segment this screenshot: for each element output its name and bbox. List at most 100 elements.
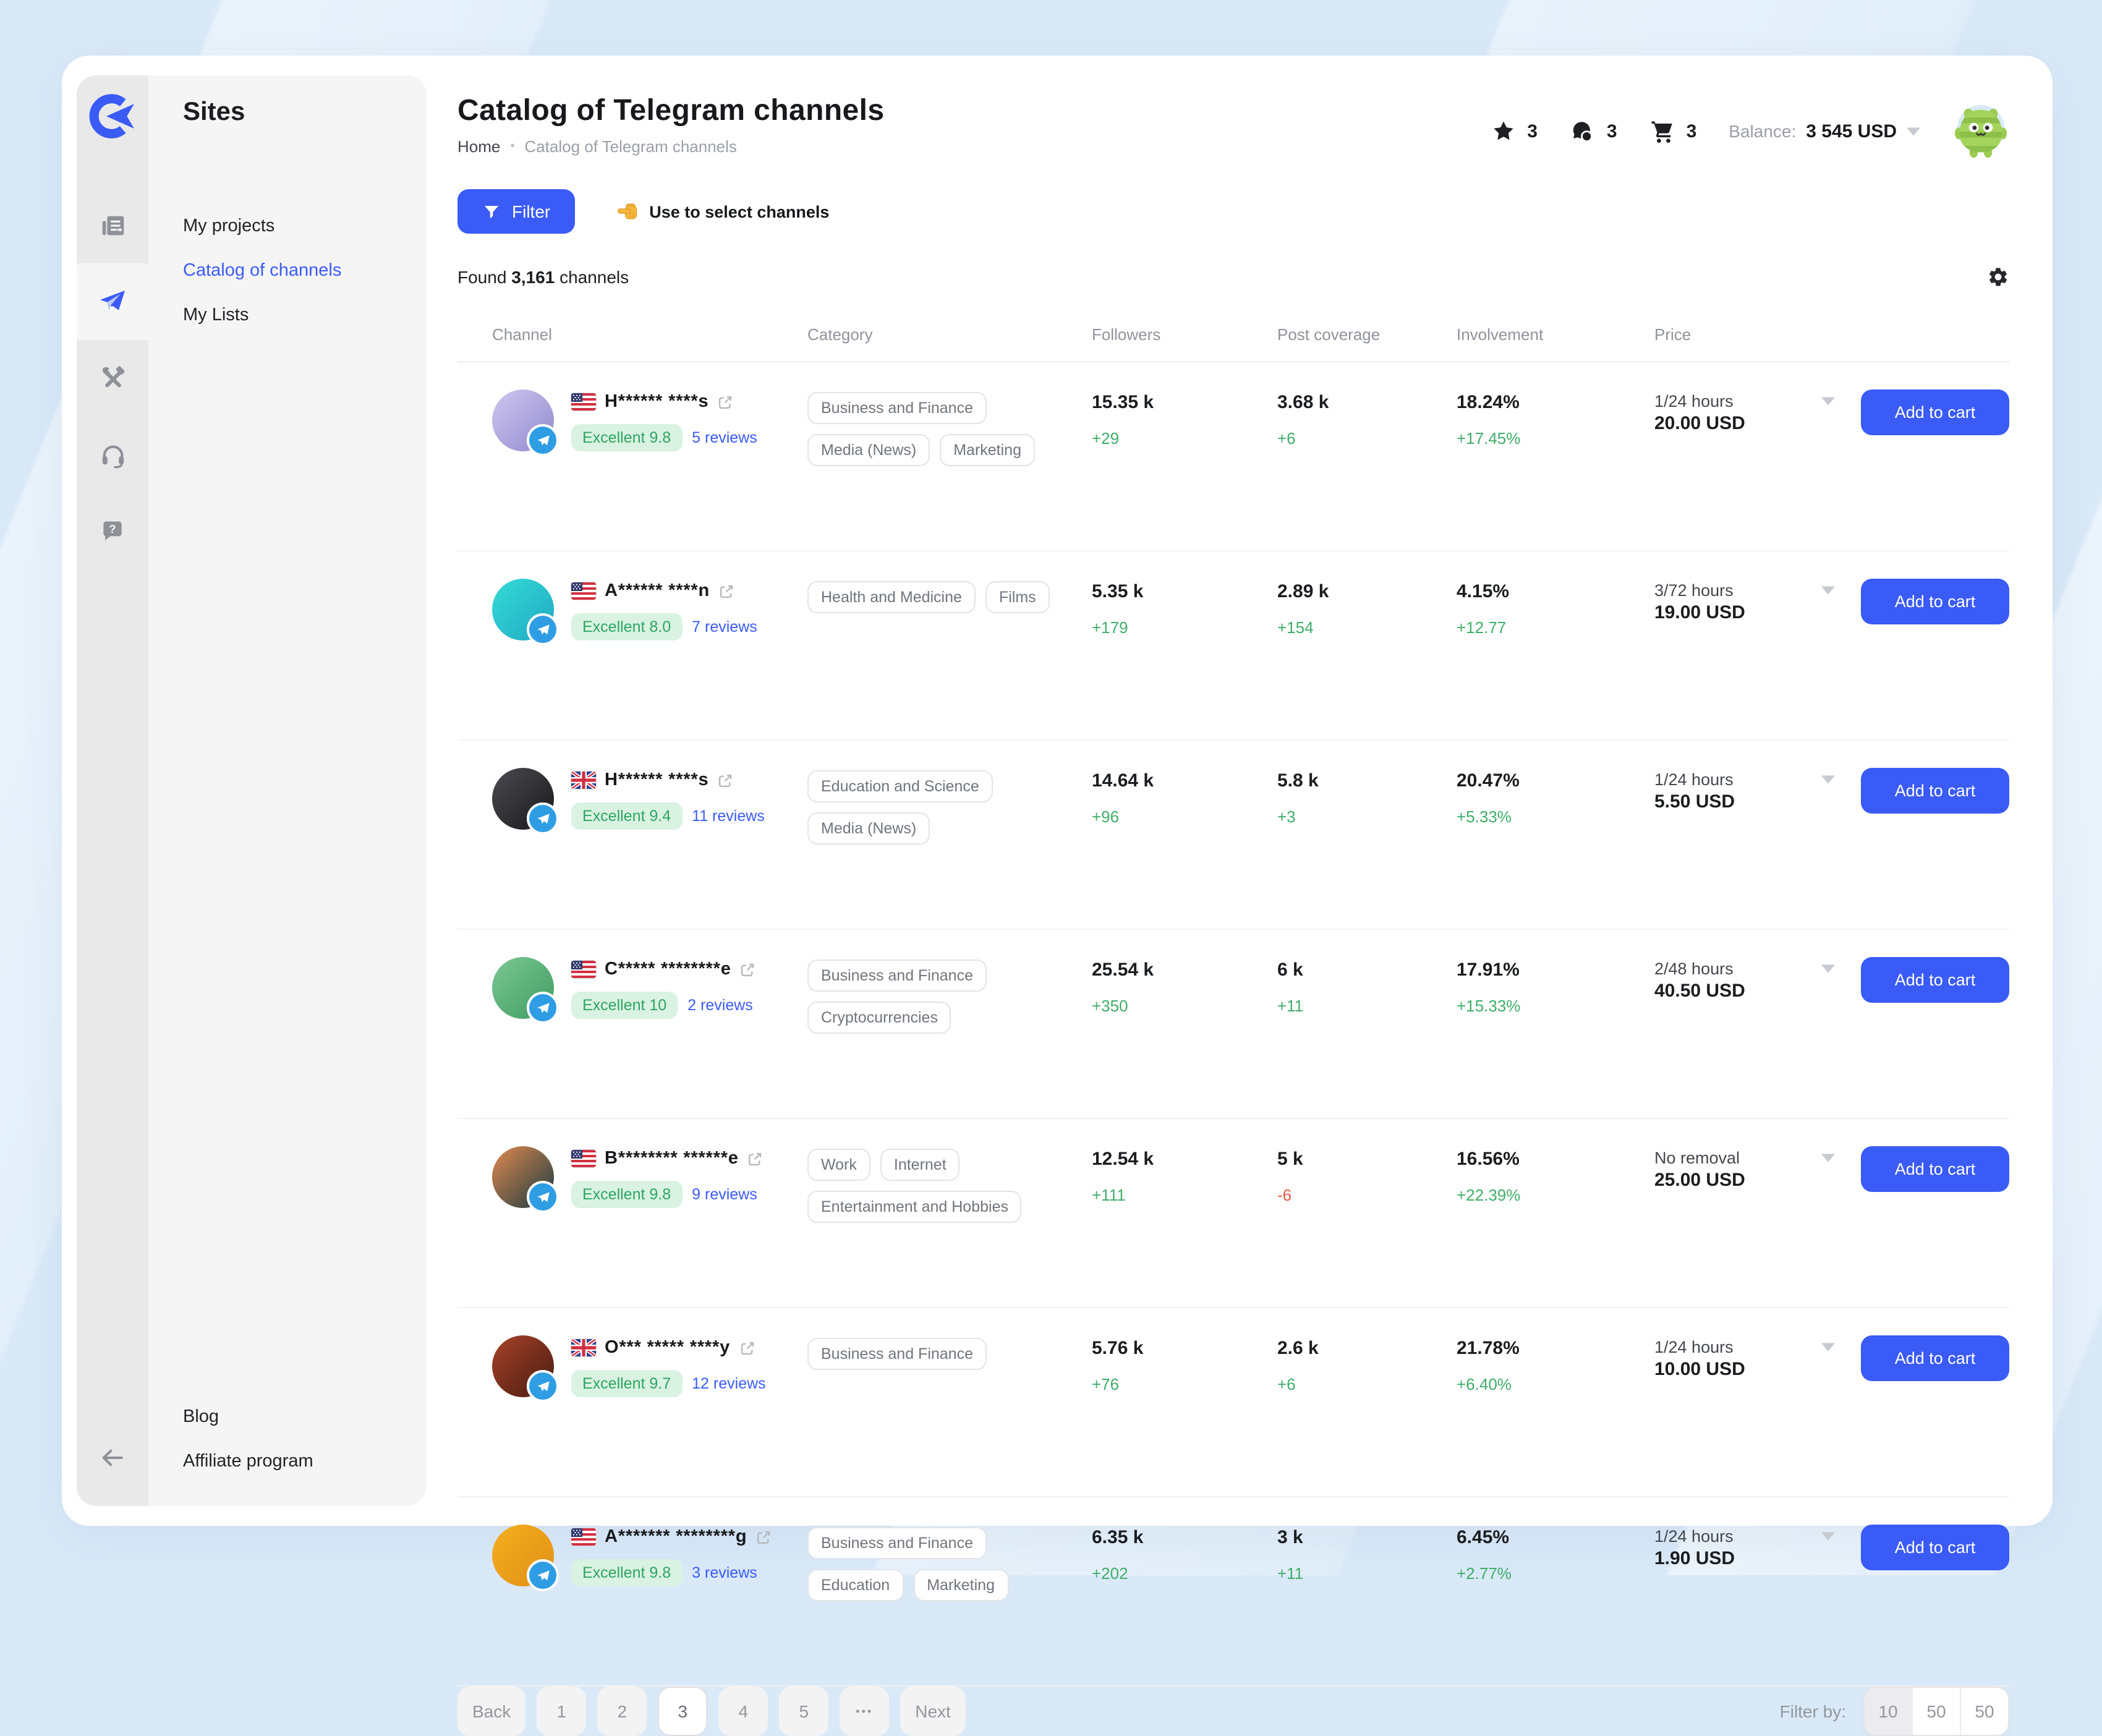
pagination-next-button[interactable]: Next bbox=[900, 1687, 966, 1736]
price-dropdown-icon[interactable] bbox=[1821, 964, 1835, 973]
category-chip[interactable]: Entertainment and Hobbies bbox=[807, 1191, 1022, 1223]
sidebar-item-my-projects[interactable]: My projects bbox=[183, 214, 427, 239]
cart-cell: Add to cart bbox=[1852, 1335, 2009, 1381]
add-to-cart-button[interactable]: Add to cart bbox=[1861, 957, 2009, 1003]
pagination-ellipsis-button[interactable]: ••• bbox=[840, 1687, 889, 1736]
price-dropdown-icon[interactable] bbox=[1821, 1154, 1835, 1162]
reviews-link[interactable]: 9 reviews bbox=[692, 1186, 757, 1203]
page-button-1[interactable]: 1 bbox=[537, 1687, 586, 1736]
add-to-cart-button[interactable]: Add to cart bbox=[1861, 768, 2009, 814]
channel-name[interactable]: O*** ***** ****y bbox=[605, 1338, 730, 1358]
sidebar-item-projects[interactable] bbox=[77, 187, 148, 263]
involvement-cell: 6.45% +2.77% bbox=[1457, 1525, 1654, 1583]
price-dropdown-icon[interactable] bbox=[1821, 586, 1835, 595]
channel-name[interactable]: H****** ****s bbox=[605, 770, 708, 790]
page-button-2[interactable]: 2 bbox=[597, 1687, 647, 1736]
favorites-counter[interactable]: 3 bbox=[1491, 119, 1538, 143]
category-chip[interactable]: Business and Finance bbox=[807, 1338, 987, 1370]
cart-counter[interactable]: 3 bbox=[1649, 118, 1697, 144]
price-dropdown-icon[interactable] bbox=[1821, 1532, 1835, 1541]
page-size-option-0[interactable]: 10 bbox=[1865, 1688, 1912, 1735]
involvement-delta: +6.40% bbox=[1457, 1375, 1654, 1393]
channel-name[interactable]: A****** ****n bbox=[605, 581, 710, 601]
app-logo[interactable] bbox=[77, 75, 148, 157]
reviews-link[interactable]: 5 reviews bbox=[692, 429, 757, 446]
category-chip[interactable]: Internet bbox=[880, 1149, 960, 1181]
page-button-4[interactable]: 4 bbox=[718, 1687, 768, 1736]
external-link-icon[interactable] bbox=[747, 1151, 764, 1167]
followers-cell: 5.76 k +76 bbox=[1092, 1335, 1277, 1393]
breadcrumb: Home • Catalog of Telegram channels bbox=[457, 137, 884, 156]
external-link-icon[interactable] bbox=[718, 583, 734, 599]
add-to-cart-button[interactable]: Add to cart bbox=[1861, 1525, 2009, 1570]
category-chip[interactable]: Cryptocurrencies bbox=[807, 1002, 951, 1034]
reviews-link[interactable]: 3 reviews bbox=[692, 1564, 757, 1581]
price-dropdown-icon[interactable] bbox=[1821, 1343, 1835, 1351]
column-header-price: Price bbox=[1654, 325, 1852, 344]
external-link-icon[interactable] bbox=[739, 1340, 755, 1356]
sidebar-collapse-button[interactable] bbox=[77, 1419, 148, 1496]
category-chip[interactable]: Business and Finance bbox=[807, 1527, 987, 1559]
sidebar-item-telegram[interactable] bbox=[77, 263, 148, 340]
sidebar-item-support[interactable] bbox=[77, 417, 148, 493]
balance-dropdown[interactable]: Balance: 3 545 USD bbox=[1729, 121, 1920, 142]
channel-name[interactable]: H****** ****s bbox=[605, 392, 708, 412]
external-link-icon[interactable] bbox=[717, 772, 733, 788]
category-chip[interactable]: Education and Science bbox=[807, 770, 993, 802]
reviews-link[interactable]: 2 reviews bbox=[687, 997, 753, 1014]
category-chip[interactable]: Education bbox=[807, 1569, 903, 1601]
price-dropdown-icon[interactable] bbox=[1821, 397, 1835, 406]
page-size-option-1[interactable]: 50 bbox=[1912, 1688, 1960, 1735]
user-avatar[interactable] bbox=[1952, 103, 2009, 160]
price-dropdown-icon[interactable] bbox=[1821, 775, 1835, 784]
page-size-option-2[interactable]: 50 bbox=[1960, 1688, 2008, 1735]
category-cell: Business and Finance Cryptocurrencies bbox=[807, 957, 1092, 1034]
category-chip[interactable]: Marketing bbox=[913, 1569, 1008, 1601]
coverage-delta: +6 bbox=[1277, 1375, 1457, 1393]
involvement-cell: 18.24% +17.45% bbox=[1457, 389, 1654, 448]
price-terms: 1/24 hours bbox=[1654, 1527, 1734, 1546]
sidebar-item-help[interactable]: ? bbox=[77, 493, 148, 570]
sidebar-item-catalog-of-channels[interactable]: Catalog of channels bbox=[183, 258, 427, 283]
category-chip[interactable]: Media (News) bbox=[807, 434, 930, 466]
filter-button[interactable]: Filter bbox=[457, 189, 575, 234]
add-to-cart-button[interactable]: Add to cart bbox=[1861, 1146, 2009, 1192]
category-chip[interactable]: Health and Medicine bbox=[807, 581, 976, 613]
category-chip[interactable]: Work bbox=[807, 1149, 870, 1181]
category-chip[interactable]: Marketing bbox=[940, 434, 1035, 466]
add-to-cart-button[interactable]: Add to cart bbox=[1861, 579, 2009, 624]
sidebar-item-affiliate-program[interactable]: Affiliate program bbox=[183, 1449, 427, 1474]
category-chip[interactable]: Films bbox=[985, 581, 1050, 613]
sidebar-item-my-lists[interactable]: My Lists bbox=[183, 303, 427, 328]
channel-name[interactable]: A******* ********g bbox=[605, 1527, 747, 1547]
breadcrumb-home-link[interactable]: Home bbox=[457, 137, 500, 156]
followers-value: 14.64 k bbox=[1092, 768, 1277, 791]
table-settings-button[interactable] bbox=[1987, 266, 2009, 288]
page-button-5[interactable]: 5 bbox=[779, 1687, 828, 1736]
price-terms: 1/24 hours bbox=[1654, 770, 1734, 789]
sidebar-item-tools[interactable] bbox=[77, 340, 148, 417]
page-button-3[interactable]: 3 bbox=[658, 1687, 707, 1736]
reviews-link[interactable]: 12 reviews bbox=[692, 1375, 766, 1392]
add-to-cart-button[interactable]: Add to cart bbox=[1861, 389, 2009, 435]
price-terms: 3/72 hours bbox=[1654, 581, 1734, 600]
table-row: A******* ********g Excellent 9.8 3 revie… bbox=[457, 1497, 2009, 1687]
followers-delta: +29 bbox=[1092, 429, 1277, 448]
reviews-link[interactable]: 7 reviews bbox=[692, 618, 757, 636]
external-link-icon[interactable] bbox=[717, 394, 733, 410]
pagination-back-button[interactable]: Back bbox=[457, 1687, 526, 1736]
external-link-icon[interactable] bbox=[740, 961, 756, 977]
channel-name[interactable]: C***** ********e bbox=[605, 959, 731, 979]
category-chip[interactable]: Business and Finance bbox=[807, 959, 987, 992]
channel-name[interactable]: B******** ******e bbox=[605, 1149, 739, 1168]
svg-text:?: ? bbox=[109, 522, 116, 535]
messages-counter[interactable]: 3 bbox=[1570, 118, 1617, 144]
category-chip[interactable]: Media (News) bbox=[807, 812, 930, 845]
category-chip[interactable]: Business and Finance bbox=[807, 392, 987, 424]
followers-value: 6.35 k bbox=[1092, 1525, 1277, 1548]
sidebar-item-blog[interactable]: Blog bbox=[183, 1405, 427, 1429]
external-link-icon[interactable] bbox=[755, 1529, 772, 1545]
add-to-cart-button[interactable]: Add to cart bbox=[1861, 1335, 2009, 1381]
category-chips: Business and Finance bbox=[807, 1335, 1073, 1370]
reviews-link[interactable]: 11 reviews bbox=[692, 807, 765, 825]
